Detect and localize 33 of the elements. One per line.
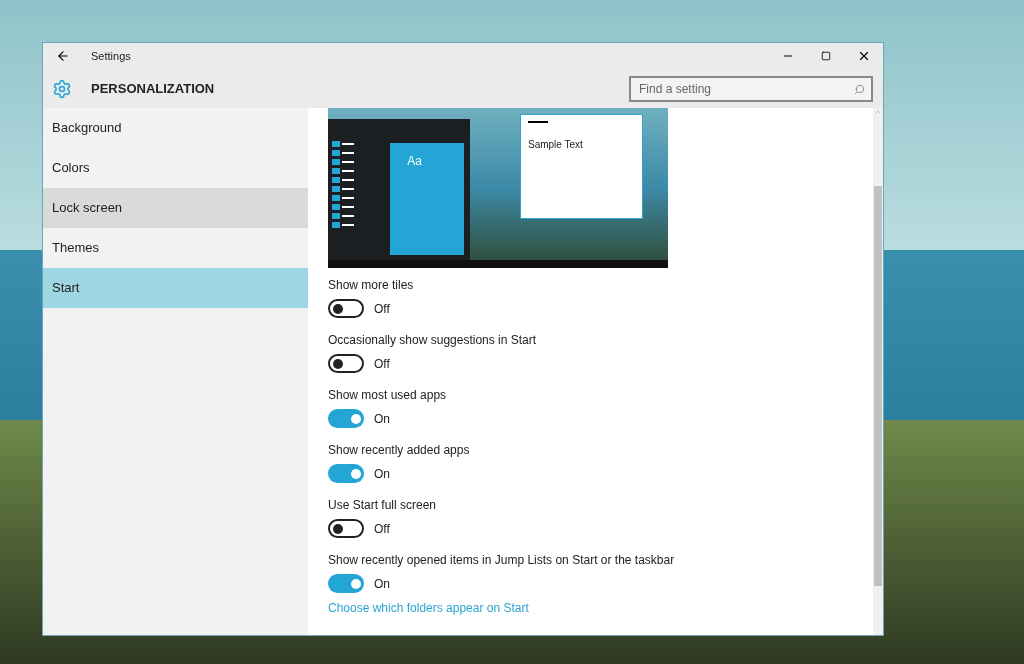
sidebar-item[interactable]: Background [43, 108, 308, 148]
toggle-switch[interactable] [328, 299, 364, 318]
window-title: Settings [91, 48, 131, 64]
toggle-switch[interactable] [328, 409, 364, 428]
sample-text: Sample Text [528, 139, 583, 150]
maximize-icon [821, 51, 831, 61]
sidebar-item[interactable]: Colors [43, 148, 308, 188]
toggle-state-text: On [374, 410, 390, 428]
setting-label: Show most used apps [328, 388, 448, 402]
toggle-state-text: On [374, 465, 390, 483]
settings-icon [52, 78, 72, 99]
toggle-switch[interactable] [328, 519, 364, 538]
toggle-state-text: On [374, 575, 390, 593]
setting-label: Show recently opened items in Jump Lists on Start or the taskbar [328, 553, 676, 567]
toggle-state-text: Off [374, 355, 390, 373]
section-title: PERSONALIZATION [91, 79, 215, 98]
toggle-switch[interactable] [328, 464, 364, 483]
scrollbar[interactable] [873, 108, 883, 635]
toggle-switch[interactable] [328, 354, 364, 373]
toggle-state-text: Off [374, 300, 390, 318]
search-icon [854, 83, 865, 95]
toggle-state-text: Off [374, 520, 390, 538]
close-icon [857, 49, 871, 63]
sidebar-item[interactable]: Themes [43, 228, 308, 268]
sidebar-item[interactable]: Lock screen [43, 188, 308, 228]
search-field[interactable]: Find a setting [629, 75, 873, 102]
setting-label: Use Start full screen [328, 498, 438, 512]
setting-label: Occasionally show suggestions in Start [328, 333, 538, 347]
setting-label: Show recently added apps [328, 443, 471, 457]
setting-label: Show more tiles [328, 278, 415, 292]
sidebar-item[interactable]: Start [43, 268, 308, 308]
toggle-switch[interactable] [328, 574, 364, 593]
scroll-up-icon [874, 108, 882, 116]
